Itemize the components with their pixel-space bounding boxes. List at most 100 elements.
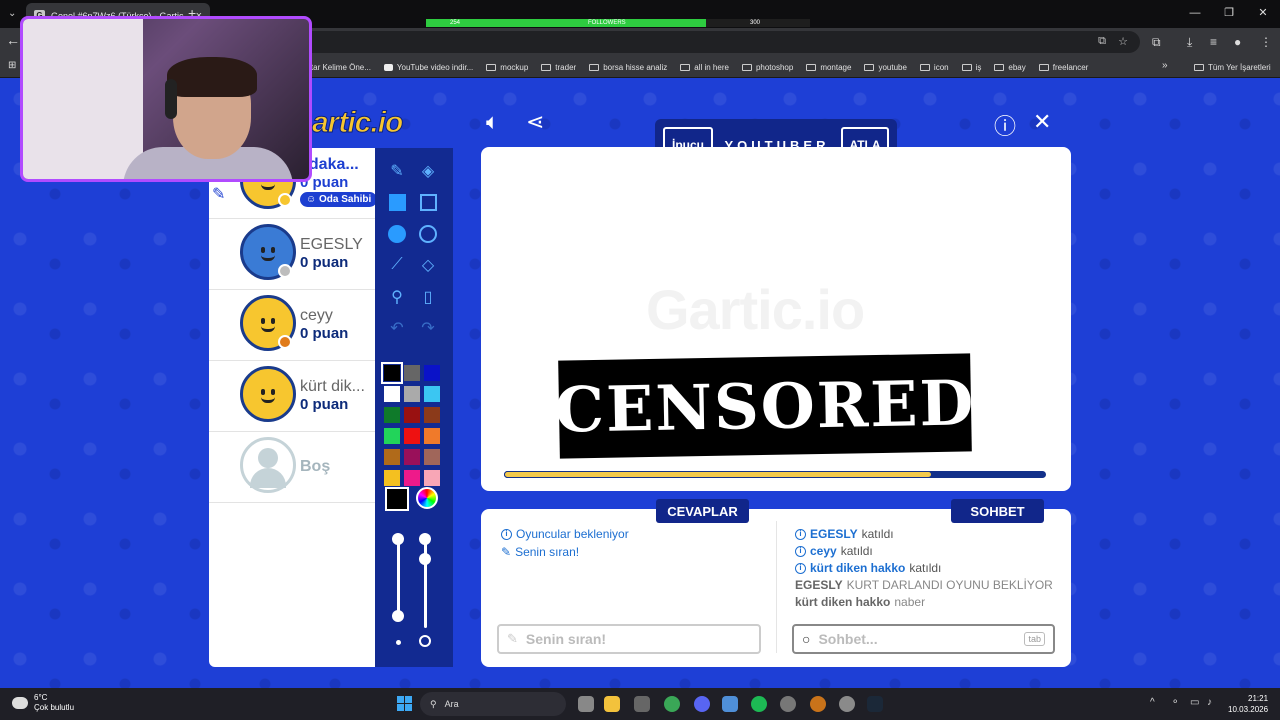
- filled-rect-tool-icon[interactable]: [386, 191, 408, 213]
- bookmark-item[interactable]: iş: [961, 63, 981, 72]
- folder-icon: [1038, 63, 1049, 71]
- circle-outline-tool-icon[interactable]: [417, 223, 439, 245]
- network-icon[interactable]: ▭: [1190, 697, 1199, 708]
- color-swatch[interactable]: [404, 365, 420, 381]
- answer-input[interactable]: [525, 631, 751, 647]
- size-slider-top-knob[interactable]: [419, 533, 431, 545]
- color-swatch[interactable]: [404, 449, 420, 465]
- bookmark-item[interactable]: ebay: [994, 63, 1026, 72]
- taskbar-clock[interactable]: 21:21 10.03.2026: [1228, 693, 1268, 715]
- app-icon-2[interactable]: [780, 696, 796, 712]
- app-icon[interactable]: [722, 696, 738, 712]
- info-icon[interactable]: ⓘ: [994, 109, 1016, 141]
- apps-grid-icon[interactable]: ⊞: [8, 60, 16, 71]
- player-row[interactable]: EGESLY 0 puan: [209, 219, 375, 290]
- task-view-icon[interactable]: [578, 696, 594, 712]
- answer-input-box[interactable]: ✎: [497, 624, 761, 654]
- download-icon[interactable]: ⤓: [1187, 35, 1192, 50]
- mic-icon[interactable]: ⚬: [1171, 697, 1179, 708]
- color-swatch[interactable]: [424, 407, 440, 423]
- color-wheel-icon[interactable]: [416, 487, 438, 509]
- taskbar-search[interactable]: ⚲ Ara: [420, 692, 566, 716]
- tray-chevron-icon[interactable]: ^: [1150, 697, 1155, 708]
- color-swatch[interactable]: [404, 470, 420, 486]
- color-swatch[interactable]: [424, 470, 440, 486]
- player-row[interactable]: ceyy 0 puan: [209, 290, 375, 361]
- maximize-icon[interactable]: ❐: [1212, 0, 1246, 26]
- color-swatch[interactable]: [381, 362, 403, 384]
- line-tool-icon[interactable]: ⟋: [386, 254, 408, 276]
- current-color-swatch[interactable]: [385, 487, 409, 511]
- color-swatch[interactable]: [404, 386, 420, 402]
- chrome-icon[interactable]: [664, 696, 680, 712]
- player-row[interactable]: Boş: [209, 432, 375, 503]
- bucket-tool-icon[interactable]: ◈: [417, 160, 439, 182]
- color-swatch[interactable]: [384, 407, 400, 423]
- player-row[interactable]: kürt dik... 0 puan: [209, 361, 375, 432]
- share-icon[interactable]: ⋖: [526, 109, 544, 135]
- color-swatch[interactable]: [424, 428, 440, 444]
- bookmark-item[interactable]: youtube: [864, 63, 907, 72]
- file-explorer-icon[interactable]: [604, 696, 620, 712]
- drawing-canvas[interactable]: Gartic.io CENSORED: [481, 147, 1071, 491]
- exit-icon[interactable]: ✕: [1033, 109, 1051, 135]
- color-swatch[interactable]: [384, 428, 400, 444]
- spotify-icon[interactable]: [751, 696, 767, 712]
- app-icon-3[interactable]: [810, 696, 826, 712]
- url-field[interactable]: ⧉ ☆: [300, 31, 1140, 53]
- back-arrow-icon[interactable]: ←: [6, 32, 20, 48]
- chat-input-box[interactable]: ○ tab: [792, 624, 1055, 654]
- color-swatch[interactable]: [404, 407, 420, 423]
- bookmark-item[interactable]: ahtar Kelime Öne...: [302, 63, 371, 72]
- bookmarks-overflow-icon[interactable]: »: [1162, 60, 1168, 71]
- steam-icon[interactable]: [867, 696, 883, 712]
- eraser-tool-icon[interactable]: ◇: [417, 254, 439, 276]
- pencil-tool-icon[interactable]: ✎: [386, 160, 408, 182]
- extensions-icon[interactable]: ⧉: [1152, 35, 1161, 50]
- install-app-icon[interactable]: ⧉: [1098, 35, 1106, 48]
- rect-outline-tool-icon[interactable]: [417, 191, 439, 213]
- color-swatch[interactable]: [424, 365, 440, 381]
- color-swatch[interactable]: [404, 428, 420, 444]
- media-control-icon[interactable]: ≡: [1210, 35, 1217, 49]
- bookmark-item[interactable]: all in here: [680, 63, 729, 72]
- store-icon[interactable]: [634, 696, 650, 712]
- opacity-slider-track[interactable]: [397, 540, 400, 618]
- filled-circle-tool-icon[interactable]: [386, 223, 408, 245]
- bookmark-item[interactable]: photoshop: [741, 63, 793, 72]
- bookmark-item[interactable]: freelancer: [1038, 63, 1088, 72]
- volume-icon[interactable]: ♪: [1207, 697, 1212, 708]
- minimize-icon[interactable]: —: [1178, 0, 1212, 26]
- opacity-slider-knob[interactable]: [392, 610, 404, 622]
- clear-page-tool-icon[interactable]: ▯: [417, 286, 439, 308]
- redo-tool-icon[interactable]: ↷: [417, 317, 439, 339]
- settings-icon[interactable]: [839, 696, 855, 712]
- discord-icon[interactable]: [694, 696, 710, 712]
- bookmark-star-icon[interactable]: ☆: [1118, 35, 1128, 48]
- bookmark-item[interactable]: mockup: [486, 63, 528, 72]
- player-list: ✎ adaka... 0 puan ☺ Oda Sahibi EGESLY 0 puan c…: [209, 148, 378, 667]
- bookmark-item[interactable]: YouTube video indir...: [383, 63, 473, 72]
- eyedropper-tool-icon[interactable]: ⚲: [386, 286, 408, 308]
- bookmark-item[interactable]: icon: [919, 63, 949, 72]
- undo-tool-icon[interactable]: ↶: [386, 317, 408, 339]
- bookmark-item[interactable]: trader: [541, 63, 576, 72]
- profile-avatar-icon[interactable]: ●: [1234, 35, 1241, 49]
- menu-kebab-icon[interactable]: ⋮: [1260, 35, 1272, 49]
- size-slider-knob[interactable]: [419, 553, 431, 565]
- color-swatch[interactable]: [384, 470, 400, 486]
- color-swatch[interactable]: [424, 386, 440, 402]
- opacity-slider-top-knob[interactable]: [392, 533, 404, 545]
- window-close-icon[interactable]: ✕: [1246, 0, 1280, 26]
- bookmark-item[interactable]: montage: [806, 63, 851, 72]
- weather-widget[interactable]: 6°C Çok bulutlu: [12, 693, 74, 713]
- color-swatch[interactable]: [424, 449, 440, 465]
- all-bookmarks-button[interactable]: Tüm Yer İşaretleri: [1194, 56, 1271, 78]
- color-swatch[interactable]: [384, 449, 400, 465]
- sound-icon[interactable]: 🔈︎: [486, 109, 499, 135]
- tab-search-icon[interactable]: ⌄: [8, 8, 16, 19]
- bookmark-item[interactable]: borsa hisse analiz: [589, 63, 667, 72]
- color-swatch[interactable]: [384, 386, 400, 402]
- chat-input[interactable]: [818, 631, 1017, 647]
- windows-start-icon[interactable]: [397, 696, 412, 711]
